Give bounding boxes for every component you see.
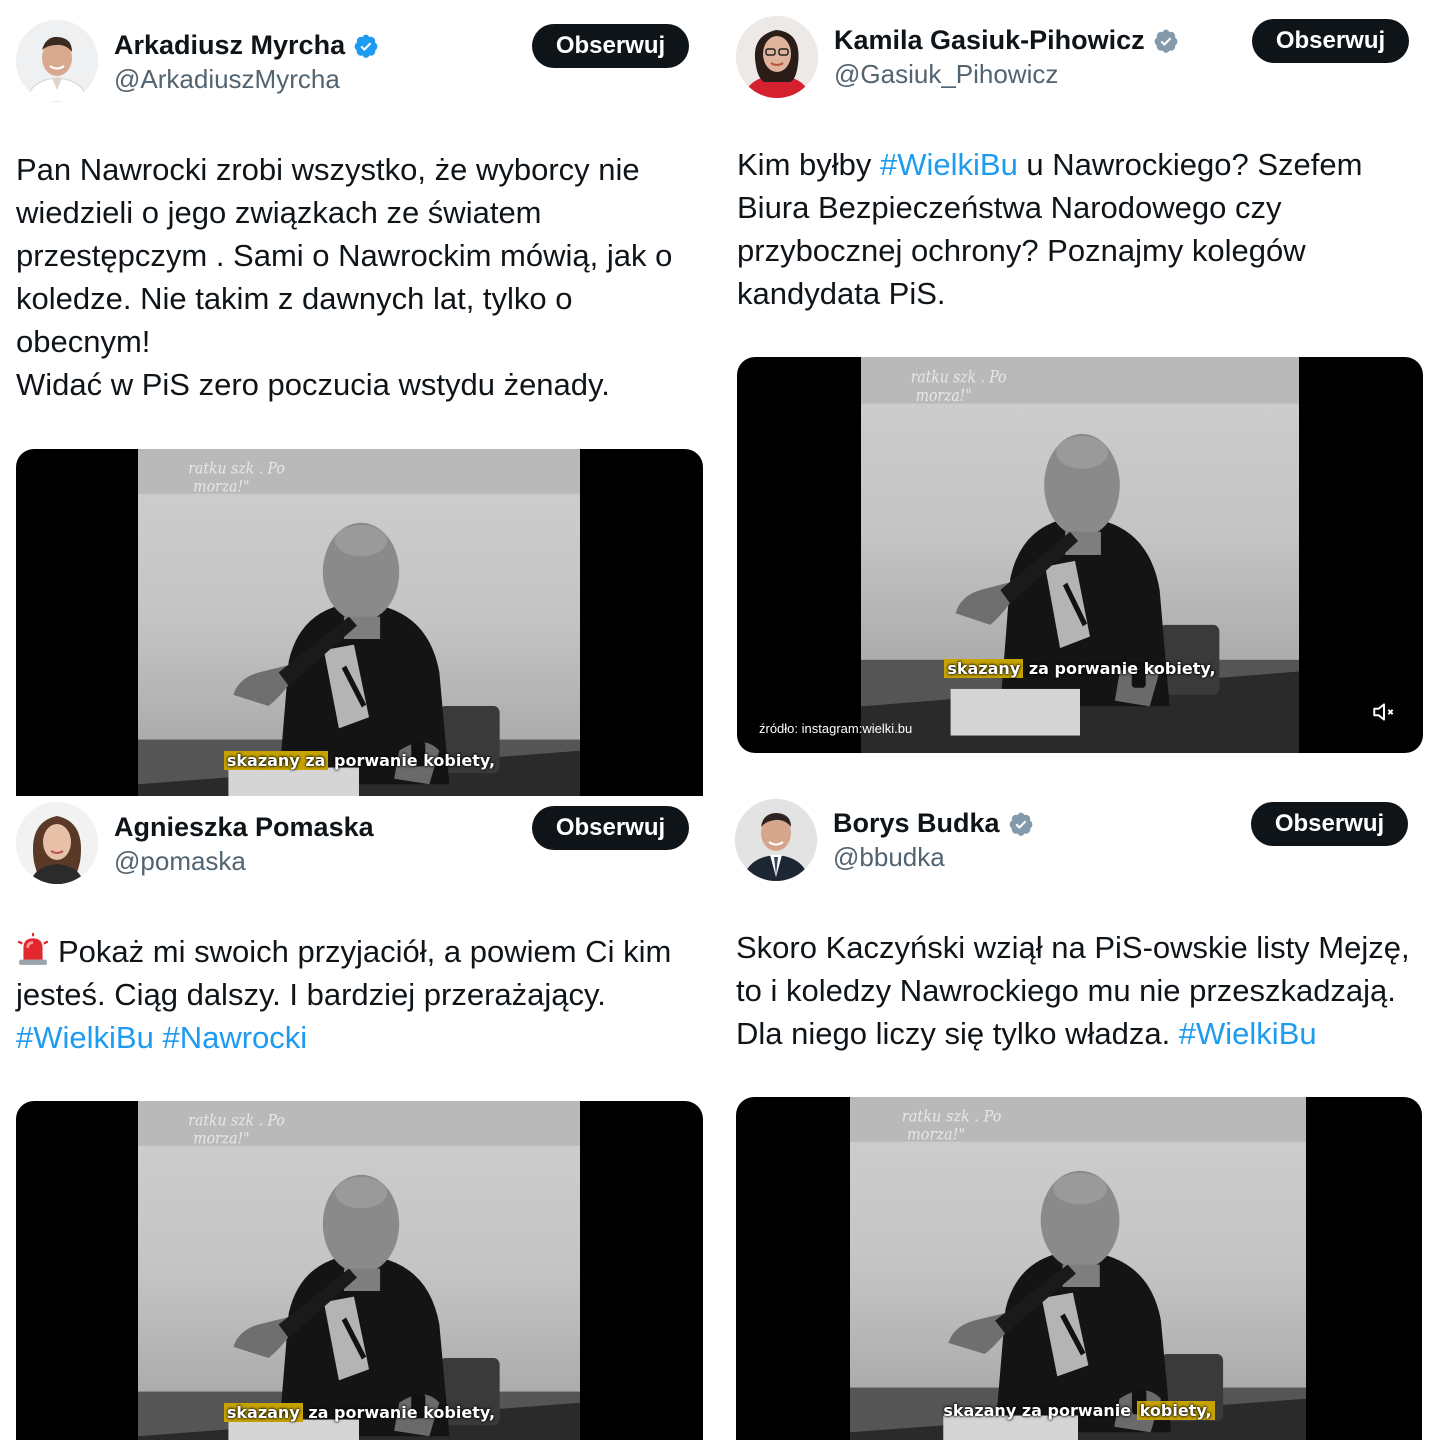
author-handle[interactable]: @ArkadiuszMyrcha <box>114 64 340 95</box>
video-still: ratku szk . Po morza!" <box>138 449 580 796</box>
caption-highlight: skazany za <box>223 751 329 770</box>
caption-text: za porwanie <box>1016 1401 1137 1420</box>
avatar[interactable] <box>736 16 818 98</box>
svg-text:ratku szk . Po: ratku szk . Po <box>188 459 285 478</box>
video-player[interactable]: ratku szk . Po morza!" skazany za porwan… <box>737 357 1423 753</box>
author-handle[interactable]: @pomaska <box>114 846 246 877</box>
svg-text:ratku szk . Po: ratku szk . Po <box>911 368 1007 387</box>
follow-button[interactable]: Obserwuj <box>1251 802 1408 846</box>
tweet-text: Pokaż mi swoich przyjaciół, a powiem Ci … <box>16 930 706 1059</box>
tweet-budka: Borys Budka @bbudka Obserwuj Skoro Kaczy… <box>720 780 1440 1440</box>
hashtag-link[interactable]: #WielkiBu <box>880 147 1018 182</box>
video-frame: ratku szk . Po morza!" <box>138 449 580 796</box>
tweet-text-line: Dla niego liczy się tylko władza. #Wielk… <box>736 1012 1436 1055</box>
caption-highlight: skazany <box>223 1403 303 1422</box>
author-row: Agnieszka Pomaska <box>114 812 374 843</box>
verified-badge-icon <box>1009 812 1032 836</box>
video-source-label: źródło: instagram:wielki.bu <box>759 721 913 736</box>
tweet-text-line: Kim byłby #WielkiBu u Nawrockiego? Szefe… <box>737 143 1427 186</box>
verified-badge-icon <box>354 34 378 58</box>
author-handle[interactable]: @bbudka <box>833 842 945 873</box>
author-name[interactable]: Kamila Gasiuk-Pihowicz <box>834 25 1145 56</box>
tweet-myrcha: Arkadiusz Myrcha @ArkadiuszMyrcha Obserw… <box>0 0 720 796</box>
verified-badge-icon <box>1154 29 1177 53</box>
tweet-text: Skoro Kaczyński wziął na PiS-owskie list… <box>736 926 1436 1055</box>
author-row: Arkadiusz Myrcha <box>114 30 379 61</box>
video-frame: ratku szk . Po morza!" <box>850 1097 1306 1440</box>
follow-button[interactable]: Obserwuj <box>1252 19 1409 63</box>
tweet-text-line: wiedzieli o jego związkach ze światem <box>16 195 542 230</box>
tweet-text-line: #WielkiBu #Nawrocki <box>16 1016 706 1059</box>
text-segment: Pokaż mi swoich przyjaciół, a powiem Ci … <box>58 934 672 969</box>
video-caption: skazany za porwanie kobiety, <box>736 1401 1422 1420</box>
video-player[interactable]: ratku szk . Po morza!" skazany za porwan… <box>736 1097 1422 1440</box>
tweet-text-line: jesteś. Ciąg dalszy. I bardziej przeraża… <box>16 977 606 1012</box>
svg-text:ratku szk . Po: ratku szk . Po <box>188 1111 285 1130</box>
caption-text: skazany <box>943 1401 1017 1420</box>
tweet-text-line: koledze. Nie takim z dawnych lat, tylko … <box>16 281 573 316</box>
tweet-text-line: kandydata PiS. <box>737 276 946 311</box>
video-player[interactable]: ratku szk . Po morza!" skazany za porwan… <box>16 1101 703 1440</box>
video-frame: ratku szk . Po morza!" <box>861 357 1299 753</box>
svg-text:morza!": morza!" <box>193 1129 249 1148</box>
tweet-text-line: Pokaż mi swoich przyjaciół, a powiem Ci … <box>16 930 706 973</box>
tweet-text-line: Widać w PiS zero poczucia wstydu żenady. <box>16 367 610 402</box>
author-name[interactable]: Agnieszka Pomaska <box>114 812 374 843</box>
tweet-text-line: przestępczym . Sami o Nawrockim mówią, j… <box>16 238 673 273</box>
avatar-image <box>16 20 98 102</box>
hashtag-link[interactable]: #WielkiBu <box>16 1020 154 1055</box>
author-handle[interactable]: @Gasiuk_Pihowicz <box>834 59 1058 90</box>
avatar-image <box>736 16 818 98</box>
video-still: ratku szk . Po morza!" <box>138 1101 580 1440</box>
video-player[interactable]: ratku szk . Po morza!" skazany za porwan… <box>16 449 703 796</box>
author-name[interactable]: Borys Budka <box>833 808 1000 839</box>
tweet-text-line: obecnym! <box>16 324 151 359</box>
tweet-text-line: to i koledzy Nawrockiego mu nie przeszka… <box>736 973 1396 1008</box>
svg-text:morza!": morza!" <box>907 1125 965 1144</box>
text-segment: Kim byłby <box>737 147 880 182</box>
video-caption: skazany za porwanie kobiety, <box>737 659 1423 678</box>
video-still: ratku szk . Po morza!" <box>861 357 1299 753</box>
svg-text:morza!": morza!" <box>916 386 972 405</box>
hashtag-link[interactable]: #WielkiBu <box>1179 1016 1317 1051</box>
text-segment: u Nawrockiego? Szefem <box>1017 147 1363 182</box>
police-light-emoji-icon <box>17 933 49 965</box>
author-row: Borys Budka <box>833 808 1034 839</box>
video-frame: ratku szk . Po morza!" <box>138 1101 580 1440</box>
tweet-pomaska: Agnieszka Pomaska @pomaska Obserwuj Poka… <box>0 796 720 1440</box>
tweet-text: Kim byłby #WielkiBu u Nawrockiego? Szefe… <box>737 143 1427 315</box>
video-caption: skazany za porwanie kobiety, <box>16 1403 703 1422</box>
avatar-image <box>16 802 98 884</box>
svg-text:morza!": morza!" <box>193 477 249 496</box>
avatar[interactable] <box>16 20 98 102</box>
avatar-image <box>735 799 817 881</box>
caption-text: porwanie kobiety, <box>328 751 496 770</box>
tweet-text: Pan Nawrocki zrobi wszystko, że wyborcy … <box>16 148 706 406</box>
tweet-text-line: przybocznej ochrony? Poznajmy kolegów <box>737 233 1306 268</box>
follow-button[interactable]: Obserwuj <box>532 806 689 850</box>
author-row: Kamila Gasiuk-Pihowicz <box>834 25 1179 56</box>
tweet-text-line: Skoro Kaczyński wziął na PiS-owskie list… <box>736 930 1410 965</box>
speaker-muted-icon[interactable] <box>1371 699 1397 725</box>
video-caption: skazany za porwanie kobiety, <box>16 751 703 770</box>
svg-text:ratku szk . Po: ratku szk . Po <box>902 1107 1002 1126</box>
tweet-text-line: Pan Nawrocki zrobi wszystko, że wyborcy … <box>16 152 640 187</box>
author-name[interactable]: Arkadiusz Myrcha <box>114 30 345 61</box>
text-segment: Dla niego liczy się tylko władza. <box>736 1016 1179 1051</box>
caption-highlight: skazany <box>944 659 1024 678</box>
video-still: ratku szk . Po morza!" <box>850 1097 1306 1440</box>
avatar[interactable] <box>16 802 98 884</box>
caption-text: za porwanie kobiety, <box>1023 659 1216 678</box>
follow-button[interactable]: Obserwuj <box>532 24 689 68</box>
caption-text: za porwanie kobiety, <box>302 1403 496 1422</box>
avatar[interactable] <box>735 799 817 881</box>
hashtag-link[interactable]: #Nawrocki <box>162 1020 307 1055</box>
caption-highlight: kobiety, <box>1136 1401 1215 1420</box>
tweet-text-line: Biura Bezpieczeństwa Narodowego czy <box>737 190 1282 225</box>
tweet-gasiuk-pihowicz: Kamila Gasiuk-Pihowicz @Gasiuk_Pihowicz … <box>720 0 1440 780</box>
